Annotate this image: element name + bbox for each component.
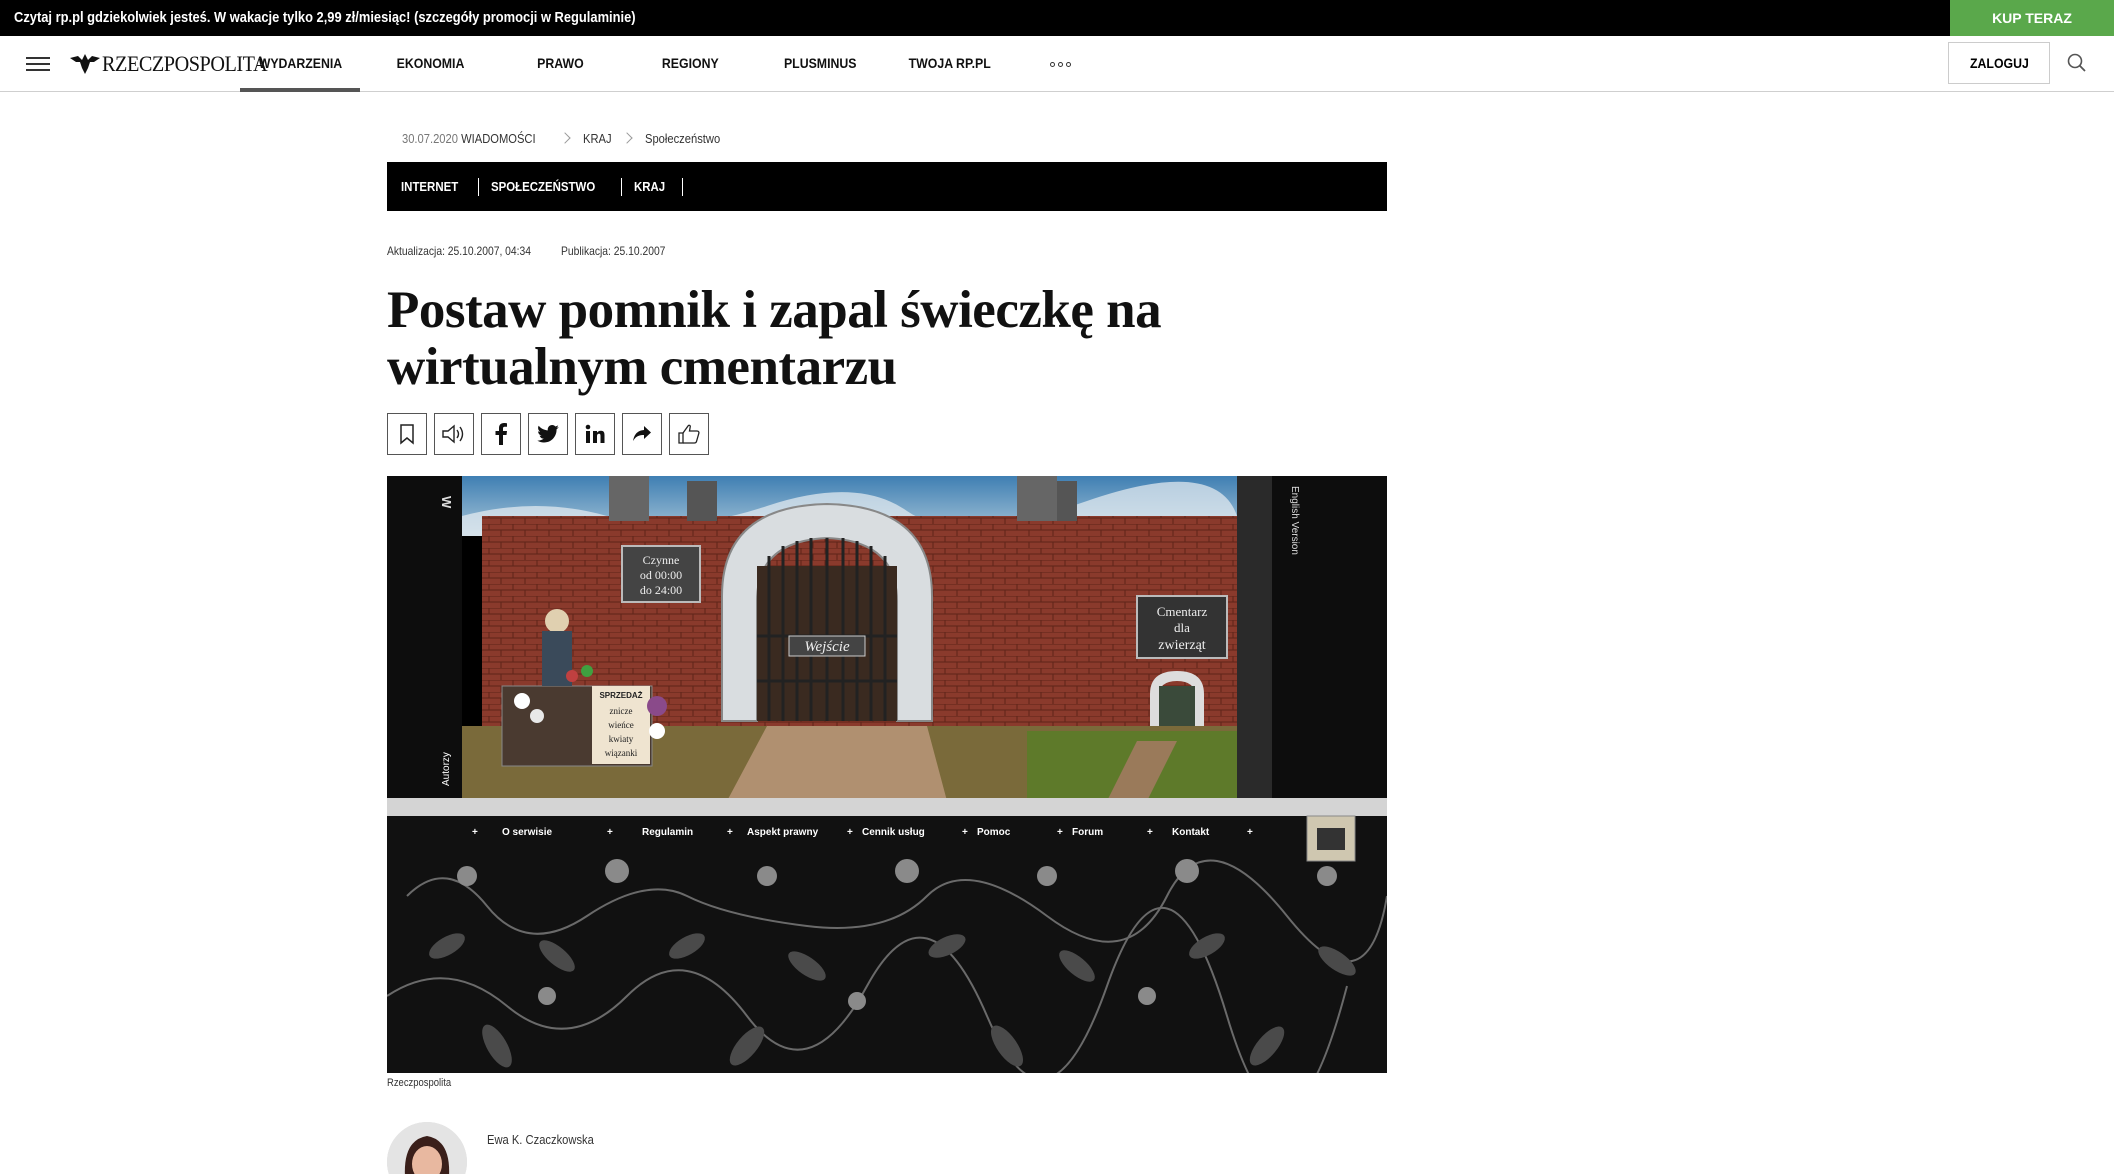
buy-now-button[interactable]: KUP TERAZ <box>1950 0 2114 36</box>
svg-text:dla: dla <box>1174 620 1190 635</box>
svg-text:+: + <box>847 827 853 838</box>
svg-text:Pomoc: Pomoc <box>977 827 1011 838</box>
svg-text:+: + <box>962 827 968 838</box>
svg-text:+: + <box>1247 827 1253 838</box>
svg-text:+: + <box>1147 827 1153 838</box>
nav-item-wydarzenia[interactable]: WYDARZENIA <box>240 36 360 92</box>
image-caption: Rzeczpospolita <box>387 1077 452 1089</box>
breadcrumb-section[interactable]: WIADOMOŚCI <box>461 131 536 146</box>
svg-text:+: + <box>1057 827 1063 838</box>
svg-text:do 24:00: do 24:00 <box>640 583 682 597</box>
hero-image[interactable]: Wejście Czynne od 00:00 do 24:00 Cmentar… <box>387 476 1387 1073</box>
thumbs-up-icon[interactable] <box>669 413 709 455</box>
nav-item-twoja-rp[interactable]: TWOJA RP.PL <box>880 36 1020 92</box>
svg-text:wieńce: wieńce <box>608 720 633 730</box>
bookmark-icon[interactable] <box>387 413 427 455</box>
linkedin-icon[interactable] <box>575 413 615 455</box>
svg-text:zwierząt: zwierząt <box>1158 638 1206 653</box>
chevron-right-icon <box>620 132 633 144</box>
svg-text:znicze: znicze <box>610 706 633 716</box>
breadcrumb-item-kraj[interactable]: KRAJ <box>583 131 612 146</box>
twitter-icon[interactable] <box>528 413 568 455</box>
svg-text:+: + <box>472 827 478 838</box>
nav-item-prawo[interactable]: PRAWO <box>500 36 620 92</box>
author-avatar[interactable] <box>387 1122 467 1174</box>
svg-text:+: + <box>727 827 733 838</box>
svg-text:English Version: English Version <box>1289 486 1300 555</box>
article-title: Postaw pomnik i zapal świeczkę na wirtua… <box>387 281 1162 396</box>
share-bar <box>387 413 709 455</box>
author-name[interactable]: Ewa K. Czaczkowska <box>487 1132 611 1147</box>
svg-text:Czynne: Czynne <box>643 553 680 567</box>
article-dates: Aktualizacja: 25.10.2007, 04:34 Publikac… <box>387 244 683 258</box>
svg-text:Wejście: Wejście <box>804 639 850 655</box>
facebook-icon[interactable] <box>481 413 521 455</box>
svg-text:Cennik usług: Cennik usług <box>862 827 925 838</box>
promo-bar: Czytaj rp.pl gdziekolwiek jesteś. W waka… <box>0 0 2114 36</box>
tag-kraj[interactable]: KRAJ <box>634 177 683 196</box>
svg-text:Autorzy: Autorzy <box>441 752 452 786</box>
nav-item-regiony[interactable]: REGIONY <box>620 36 760 92</box>
login-button[interactable]: ZALOGUJ <box>1948 42 2050 84</box>
svg-text:O serwisie: O serwisie <box>502 827 552 838</box>
more-icon[interactable] <box>1020 36 1100 92</box>
publish-date: Publikacja: 25.10.2007 <box>561 244 666 258</box>
menu-icon[interactable] <box>26 54 50 74</box>
chevron-right-icon <box>559 132 572 144</box>
svg-text:Cmentarz: Cmentarz <box>1157 604 1208 619</box>
svg-text:Regulamin: Regulamin <box>642 827 693 838</box>
svg-text:Kontakt: Kontakt <box>1172 827 1210 838</box>
breadcrumb: 30.07.2020 WIADOMOŚCI KRAJ Społeczeństwo <box>402 128 732 148</box>
tag-bar: INTERNET SPOŁECZEŃSTWO KRAJ <box>387 162 1387 211</box>
eagle-logo-icon <box>70 54 100 74</box>
speaker-icon[interactable] <box>434 413 474 455</box>
svg-text:od 00:00: od 00:00 <box>640 568 682 582</box>
promo-text[interactable]: Czytaj rp.pl gdziekolwiek jesteś. W waka… <box>14 0 636 36</box>
svg-text:SPRZEDAŻ: SPRZEDAŻ <box>599 691 642 700</box>
nav-items: WYDARZENIA EKONOMIA PRAWO REGIONY PLUSMI… <box>240 36 1100 92</box>
breadcrumb-date: 30.07.2020 <box>402 130 458 146</box>
tag-spoleczenstwo[interactable]: SPOŁECZEŃSTWO <box>491 177 623 196</box>
svg-text:Forum: Forum <box>1072 827 1103 838</box>
main-navigation: RZECZPOSPOLITA WYDARZENIA EKONOMIA PRAWO… <box>0 36 2114 92</box>
nav-item-plusminus[interactable]: PLUSMINUS <box>760 36 880 92</box>
tag-internet[interactable]: INTERNET <box>401 177 479 196</box>
cemetery-illustration: Wejście Czynne od 00:00 do 24:00 Cmentar… <box>387 476 1387 1073</box>
nav-item-ekonomia[interactable]: EKONOMIA <box>360 36 500 92</box>
update-date: Aktualizacja: 25.10.2007, 04:34 <box>387 244 532 258</box>
svg-text:kwiaty: kwiaty <box>609 734 634 744</box>
svg-text:W: W <box>439 496 454 509</box>
svg-text:+: + <box>607 827 613 838</box>
share-icon[interactable] <box>622 413 662 455</box>
breadcrumb-item-spoleczenstwo[interactable]: Społeczeństwo <box>645 131 720 146</box>
svg-text:wiązanki: wiązanki <box>605 748 638 758</box>
svg-text:Aspekt prawny: Aspekt prawny <box>747 827 819 838</box>
search-icon[interactable] <box>2066 52 2088 74</box>
